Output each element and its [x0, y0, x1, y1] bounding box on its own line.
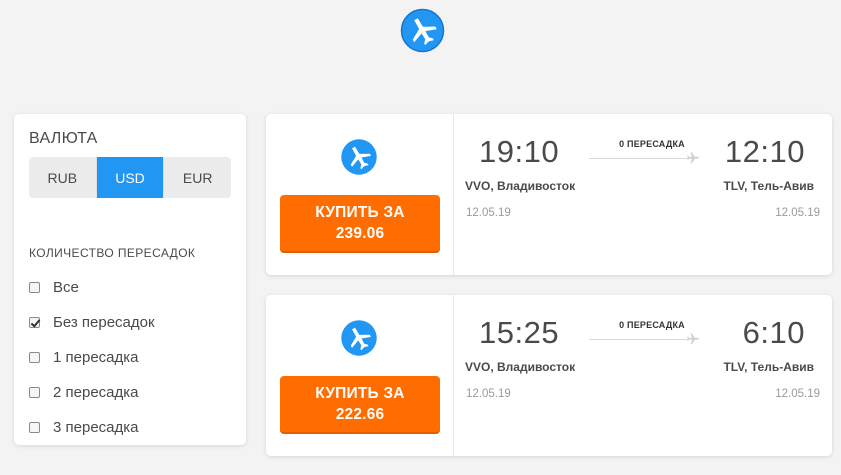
- airplane-icon: [340, 319, 378, 357]
- buy-label: КУПИТЬ ЗА: [315, 385, 405, 402]
- ticket-card: КУПИТЬ ЗА 239.06 19:10 0 ПЕРЕСАДКА 12:10…: [266, 114, 832, 275]
- stop-filter-label: 3 пересадка: [53, 419, 139, 436]
- currency-rub-button[interactable]: RUB: [29, 157, 97, 198]
- departure-time: 15:25: [479, 315, 560, 350]
- route-line: [589, 339, 687, 340]
- plane-icon: [686, 332, 700, 346]
- stops-count-label: 0 ПЕРЕСАДКА: [619, 139, 685, 149]
- stop-filter-1[interactable]: 1 пересадка: [29, 349, 139, 366]
- stop-filter-label: 1 пересадка: [53, 349, 139, 366]
- checkbox[interactable]: [29, 422, 40, 433]
- departure-date: 12.05.19: [466, 388, 511, 400]
- stop-filter-all[interactable]: Все: [29, 279, 79, 296]
- ticket-buy-section: КУПИТЬ ЗА 222.66: [266, 295, 454, 456]
- ticket-buy-section: КУПИТЬ ЗА 239.06: [266, 114, 454, 275]
- airplane-logo-icon: [400, 8, 445, 53]
- stop-filter-label: 2 пересадка: [53, 384, 139, 401]
- filters-panel: ВАЛЮТА RUB USD EUR КОЛИЧЕСТВО ПЕРЕСАДОК …: [14, 114, 246, 445]
- stop-filter-label: Без пересадок: [53, 314, 155, 331]
- currency-title: ВАЛЮТА: [29, 130, 98, 147]
- stop-filter-3[interactable]: 3 пересадка: [29, 419, 139, 436]
- checkbox[interactable]: [29, 387, 40, 398]
- departure-time: 19:10: [479, 134, 560, 169]
- checkbox-checked[interactable]: [29, 317, 40, 328]
- arrival-city: TLV, Тель-Авив: [723, 360, 814, 374]
- arrival-date: 12.05.19: [775, 207, 820, 219]
- departure-date: 12.05.19: [466, 207, 511, 219]
- checkbox[interactable]: [29, 282, 40, 293]
- arrival-date: 12.05.19: [775, 388, 820, 400]
- departure-city: VVO, Владивосток: [465, 179, 576, 193]
- stops-count-label: 0 ПЕРЕСАДКА: [619, 320, 685, 330]
- buy-button[interactable]: КУПИТЬ ЗА 222.66: [280, 376, 440, 432]
- currency-eur-button[interactable]: EUR: [164, 157, 231, 198]
- currency-usd-button[interactable]: USD: [96, 157, 165, 198]
- price: 239.06: [335, 225, 385, 242]
- buy-label: КУПИТЬ ЗА: [315, 204, 405, 221]
- arrival-time: 6:10: [742, 315, 805, 350]
- stop-filter-2[interactable]: 2 пересадка: [29, 384, 139, 401]
- stop-filter-none[interactable]: Без пересадок: [29, 314, 155, 331]
- buy-button[interactable]: КУПИТЬ ЗА 239.06: [280, 195, 440, 251]
- plane-icon: [686, 151, 700, 165]
- arrival-time: 12:10: [724, 134, 805, 169]
- currency-switch: RUB USD EUR: [29, 157, 231, 198]
- checkbox[interactable]: [29, 352, 40, 363]
- route-line: [589, 158, 687, 159]
- departure-city: VVO, Владивосток: [465, 360, 576, 374]
- stops-title: КОЛИЧЕСТВО ПЕРЕСАДОК: [29, 246, 196, 260]
- price: 222.66: [335, 406, 385, 423]
- stop-filter-label: Все: [53, 279, 79, 296]
- airplane-icon: [340, 138, 378, 176]
- arrival-city: TLV, Тель-Авив: [723, 179, 814, 193]
- ticket-card: КУПИТЬ ЗА 222.66 15:25 0 ПЕРЕСАДКА 6:10 …: [266, 295, 832, 456]
